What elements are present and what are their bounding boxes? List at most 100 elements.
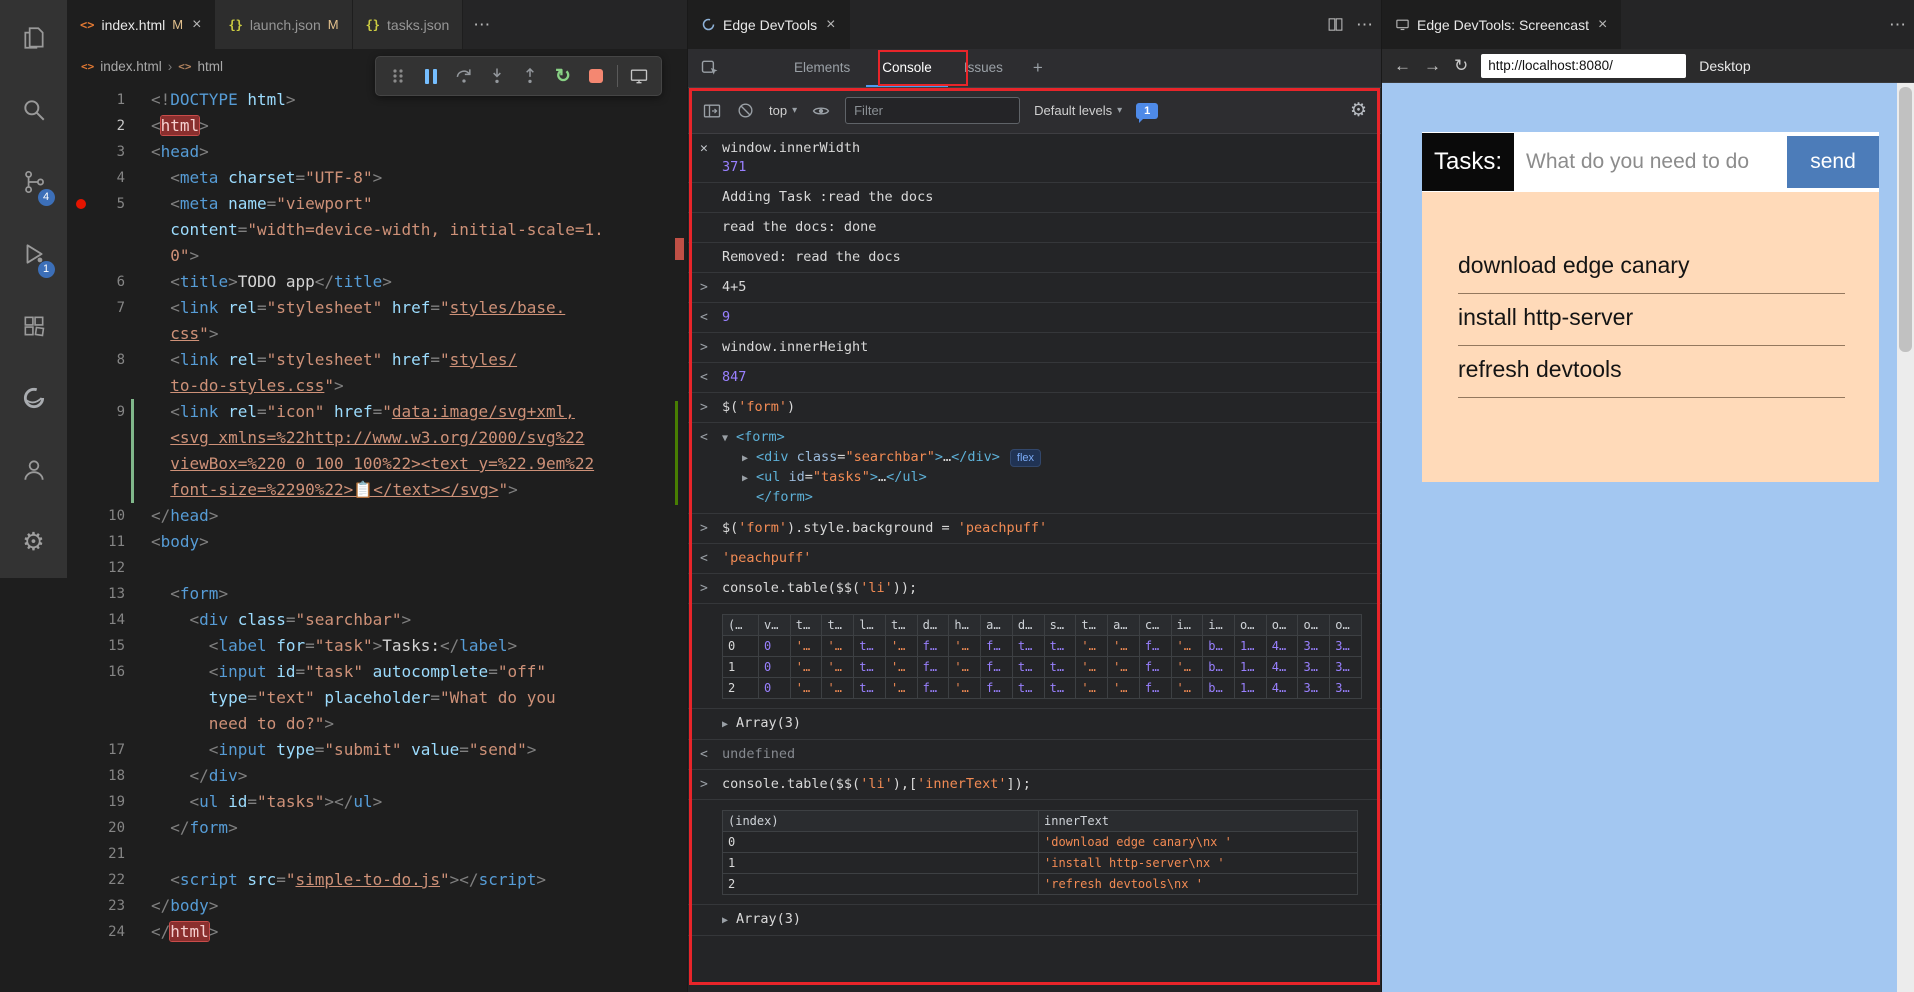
code-token: = [430, 298, 440, 317]
close-icon[interactable]: × [192, 16, 201, 34]
scrollbar-thumb[interactable] [1899, 87, 1912, 352]
console-text: "tasks" [813, 469, 870, 485]
refresh-icon[interactable]: ↻ [1454, 57, 1468, 74]
expand-arrow-icon[interactable]: ▶ [742, 449, 756, 468]
account-icon[interactable] [10, 442, 58, 498]
table-cell: '… [949, 657, 981, 678]
messages-count-badge[interactable]: 1 [1136, 103, 1158, 119]
breadcrumb-file[interactable]: index.html [100, 59, 162, 74]
tab-edge-devtools[interactable]: Edge DevTools × [688, 0, 850, 49]
more-actions-icon[interactable]: ⋯ [1889, 15, 1906, 35]
code-line: 6 <title>TODO app</title> [67, 269, 687, 295]
pause-icon[interactable] [419, 63, 443, 89]
clear-console-icon[interactable] [736, 101, 755, 120]
console-text: 'form' [738, 520, 787, 536]
step-over-icon[interactable] [452, 63, 476, 89]
send-button[interactable]: send [1787, 136, 1879, 188]
table-row: 20'…'…t…'…f…'…f…t…t…'…'…f…'…b…1…4…3…3… [723, 678, 1362, 699]
stop-icon[interactable] [584, 63, 608, 89]
split-editor-icon[interactable] [1327, 16, 1344, 33]
expand-arrow-icon[interactable]: ▶ [722, 715, 736, 734]
task-input[interactable] [1514, 134, 1787, 190]
more-actions-icon[interactable]: ⋯ [1356, 15, 1373, 35]
table-cell: '… [1076, 678, 1108, 699]
remove-live-expression-icon[interactable]: ✕ [700, 139, 708, 158]
settings-gear-icon[interactable]: ⚙ [10, 514, 58, 570]
table-cell: f… [981, 636, 1013, 657]
page-scrollbar[interactable] [1897, 83, 1914, 992]
code-token: <! [151, 90, 170, 109]
code-token: = [238, 220, 248, 239]
console-text: = [805, 469, 813, 485]
flex-badge[interactable]: flex [1010, 449, 1041, 467]
table-row: 1'install http-server\nx ' [723, 853, 1358, 874]
restart-icon[interactable]: ↻ [551, 63, 575, 89]
console-settings-gear-icon[interactable]: ⚙ [1350, 99, 1367, 122]
add-tool-icon[interactable]: + [1019, 49, 1057, 87]
close-icon[interactable]: × [826, 16, 835, 34]
table-cell: t… [1012, 678, 1044, 699]
more-tabs-icon[interactable]: ⋯ [463, 0, 500, 49]
inspect-tool-icon[interactable] [700, 49, 720, 87]
line-number: 24 [108, 924, 125, 940]
drag-handle-icon[interactable] [386, 63, 410, 89]
screencast-toggle-icon[interactable] [627, 63, 651, 89]
json-file-icon: {} [228, 18, 242, 32]
code-line: to-do-styles.css"> [67, 373, 687, 399]
live-expression-eye-icon[interactable] [811, 101, 831, 121]
emulation-mode-selector[interactable]: Desktop [1699, 58, 1750, 74]
table-cell: 3… [1298, 678, 1330, 699]
source-control-icon[interactable]: 4 [10, 154, 58, 210]
search-icon[interactable] [10, 82, 58, 138]
code-editor[interactable]: 1<!DOCTYPE html>2<html>3<head>4 <meta ch… [67, 83, 687, 992]
line-number: 13 [108, 586, 125, 602]
table-header-cell: t… [822, 615, 854, 636]
devtools-tab-bar: Edge DevTools × ⋯ [688, 0, 1381, 49]
console-text: </ul> [886, 469, 927, 485]
code-token: = [257, 402, 267, 421]
breadcrumb-symbol[interactable]: html [198, 59, 224, 74]
run-debug-icon[interactable]: 1 [10, 226, 58, 282]
code-token: content [170, 220, 237, 239]
vscode-window: 4 1 ⚙ <> index.html M × {} [0, 0, 1914, 992]
code-token: </ [459, 870, 478, 889]
overview-ruler[interactable] [673, 83, 687, 992]
expand-arrow-icon[interactable]: ▼ [722, 429, 736, 448]
step-into-icon[interactable] [485, 63, 509, 89]
code-line: 20 </form> [67, 815, 687, 841]
tab-index-html[interactable]: <> index.html M × [67, 0, 215, 49]
step-out-icon[interactable] [518, 63, 542, 89]
explorer-icon[interactable] [10, 10, 58, 66]
extensions-icon[interactable] [10, 298, 58, 354]
code-token: viewBox=%220 0 100 100%22><text y=%22.9e… [170, 454, 594, 473]
expand-arrow-icon[interactable]: ▶ [722, 911, 736, 930]
code-token: > [382, 272, 392, 291]
edge-devtools-icon[interactable] [10, 370, 58, 426]
code-token [151, 324, 170, 343]
devtools-tab-icon [701, 17, 716, 32]
tab-console[interactable]: Console [866, 49, 948, 87]
table-row: 2'refresh devtools\nx ' [723, 874, 1358, 895]
close-icon[interactable]: × [1598, 16, 1607, 34]
line-number: 14 [108, 612, 125, 628]
filter-input[interactable] [845, 97, 1020, 124]
console-sidebar-icon[interactable] [702, 101, 722, 121]
code-token: label [218, 636, 266, 655]
expand-arrow-icon[interactable]: ▶ [742, 469, 756, 488]
tab-launch-json[interactable]: {} launch.json M [215, 0, 352, 49]
url-input[interactable] [1481, 54, 1686, 78]
context-selector[interactable]: top ▾ [769, 103, 797, 118]
code-token: name [218, 194, 266, 213]
devtools-tool-tabs: Elements Console Issues + [688, 49, 1381, 88]
tab-tasks-json[interactable]: {} tasks.json [353, 0, 464, 49]
tab-issues[interactable]: Issues [948, 49, 1019, 87]
code-token: "text" [257, 688, 315, 707]
forward-icon[interactable]: → [1424, 57, 1441, 74]
tab-elements[interactable]: Elements [778, 49, 866, 87]
log-levels-selector[interactable]: Default levels ▾ [1034, 103, 1122, 118]
tab-screencast[interactable]: Edge DevTools: Screencast × [1382, 0, 1621, 49]
breakpoint-icon[interactable] [76, 199, 86, 209]
command-chevron-icon: > [700, 579, 708, 598]
code-token: = [276, 870, 286, 889]
back-icon[interactable]: ← [1394, 57, 1411, 74]
